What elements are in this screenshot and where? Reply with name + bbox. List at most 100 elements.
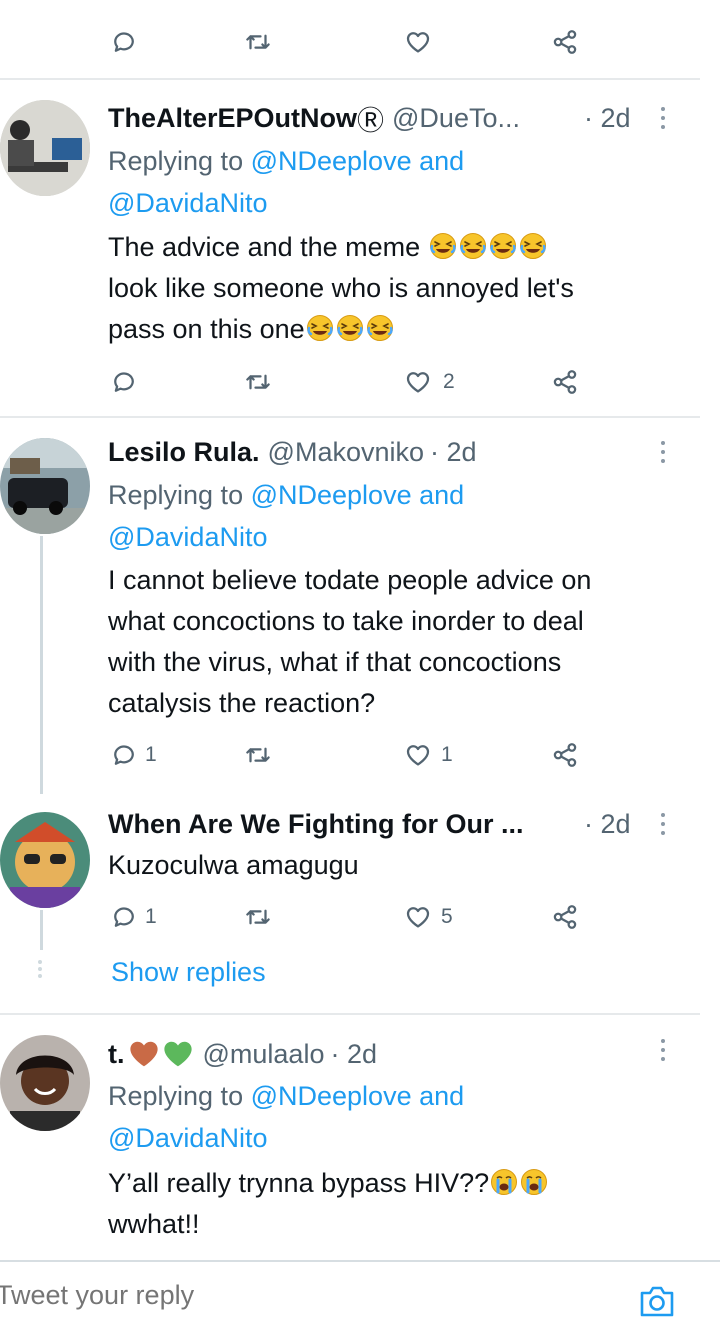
like-button[interactable]: 2 — [403, 362, 455, 402]
more-options-icon[interactable] — [655, 432, 671, 472]
camera-button[interactable] — [638, 1283, 676, 1319]
replying-users-link[interactable]: @NDeeplove and — [251, 480, 465, 510]
retweet-button[interactable] — [243, 362, 283, 402]
tweet-header: TheAlterEPOutNow Ⓡ @DueTo... — [108, 98, 520, 138]
reply-count: 1 — [145, 743, 157, 766]
avatar[interactable] — [0, 438, 90, 534]
laughing-emoji-icon — [459, 232, 487, 260]
registered-badge-icon: Ⓡ — [357, 105, 385, 136]
user-handle[interactable]: @DueTo... — [392, 103, 520, 134]
reply-button[interactable]: 1 — [109, 897, 157, 937]
avatar[interactable] — [0, 1035, 90, 1131]
share-button[interactable] — [550, 22, 580, 62]
replying-to: Replying to @NDeeplove and @DavidaNito — [108, 140, 668, 224]
reply-button[interactable] — [109, 22, 139, 62]
share-button[interactable] — [550, 735, 580, 775]
replying-user-link[interactable]: @DavidaNito — [108, 188, 267, 218]
retweet-button[interactable] — [243, 22, 273, 62]
tweet-time[interactable]: · 2d — [330, 1039, 377, 1070]
tweet-text: The advice and the meme look like someon… — [108, 227, 688, 350]
reply-button[interactable] — [109, 362, 149, 402]
tweet-reply-input[interactable] — [0, 1280, 556, 1311]
tweet-text-line: look like someone who is annoyed let's — [108, 273, 574, 303]
tweet-time[interactable]: · 2d — [584, 98, 631, 138]
tweet-text-line: wwhat!! — [108, 1209, 200, 1239]
tweet-text-line: pass on this one — [108, 314, 305, 344]
share-icon — [550, 740, 580, 770]
laughing-emoji-icon — [429, 232, 457, 260]
tweet-text-line: Kuzoculwa amagugu — [108, 850, 359, 880]
tweet-time[interactable]: · 2d — [584, 804, 631, 844]
more-options-icon[interactable] — [655, 1030, 671, 1070]
laughing-emoji-icon — [306, 314, 334, 342]
camera-icon — [640, 1286, 674, 1317]
like-count: 1 — [441, 743, 453, 766]
laughing-emoji-icon — [336, 314, 364, 342]
more-options-icon[interactable] — [655, 98, 671, 138]
laughing-emoji-icon — [489, 232, 517, 260]
retweet-button[interactable] — [243, 897, 283, 937]
tweet-text-line: The advice and the meme — [108, 232, 421, 262]
replying-user-link[interactable]: @DavidaNito — [108, 522, 267, 552]
replying-users-link[interactable]: @NDeeplove and — [251, 146, 465, 176]
share-button[interactable] — [550, 362, 580, 402]
display-name[interactable]: t. — [108, 1039, 125, 1070]
heart-icon — [403, 902, 433, 932]
tweet-header: t. @mulaalo · 2d — [108, 1034, 377, 1074]
like-count: 2 — [443, 370, 455, 393]
display-name[interactable]: When Are We Fighting for Our ... — [108, 809, 523, 840]
tweet-text-line: what concoctions to take inorder to deal — [108, 606, 584, 636]
tweet-text-line: with the virus, what if that concoctions — [108, 647, 562, 677]
user-handle[interactable]: @Makovniko — [268, 437, 424, 468]
tweet-text-line: I cannot believe todate people advice on — [108, 565, 592, 595]
tweet-text-line: Y’all really trynna bypass HIV?? — [108, 1168, 490, 1198]
share-icon — [550, 27, 580, 57]
top-action-row — [0, 22, 720, 62]
green-heart-emoji-icon — [163, 1041, 192, 1067]
user-handle[interactable]: @mulaalo — [203, 1039, 325, 1070]
replying-users-link[interactable]: @NDeeplove and — [251, 1081, 465, 1111]
tweet-actions: 2 — [0, 362, 720, 402]
laughing-emoji-icon — [519, 232, 547, 260]
like-button[interactable]: 1 — [403, 735, 453, 775]
replying-to: Replying to @NDeeplove and @DavidaNito — [108, 474, 668, 558]
avatar[interactable] — [0, 100, 90, 196]
retweet-icon — [243, 27, 273, 57]
tweet-text: Kuzoculwa amagugu — [108, 845, 688, 886]
tweet-time[interactable]: · 2d — [430, 437, 477, 468]
reply-button[interactable]: 1 — [109, 735, 157, 775]
reply-bubble-icon — [109, 902, 139, 932]
laughing-emoji-icon — [366, 314, 394, 342]
tweet-actions: 1 5 — [0, 897, 720, 937]
share-icon — [550, 367, 580, 397]
display-name[interactable]: TheAlterEPOutNow — [108, 103, 357, 134]
retweet-icon — [243, 740, 273, 770]
replying-label: Replying to — [108, 1081, 251, 1111]
avatar[interactable] — [0, 812, 90, 908]
crying-emoji-icon — [490, 1168, 518, 1196]
show-replies-link[interactable]: Show replies — [111, 952, 266, 992]
divider — [0, 1013, 700, 1015]
share-button[interactable] — [550, 897, 580, 937]
more-options-icon[interactable] — [655, 804, 671, 844]
replying-user-link[interactable]: @DavidaNito — [108, 1123, 267, 1153]
replying-label: Replying to — [108, 480, 251, 510]
retweet-button[interactable] — [243, 735, 283, 775]
like-count: 5 — [441, 905, 453, 928]
orange-heart-emoji-icon — [129, 1041, 158, 1067]
like-button[interactable]: 5 — [403, 897, 453, 937]
crying-emoji-icon — [520, 1168, 548, 1196]
reply-bubble-icon — [109, 27, 139, 57]
like-button[interactable] — [403, 22, 433, 62]
reply-count: 1 — [145, 905, 157, 928]
heart-icon — [403, 740, 433, 770]
heart-icon — [403, 367, 433, 397]
retweet-icon — [243, 367, 273, 397]
thread-continuation-dots — [38, 960, 44, 978]
reply-bubble-icon — [109, 740, 139, 770]
reply-bubble-icon — [109, 367, 139, 397]
retweet-icon — [243, 902, 273, 932]
replying-label: Replying to — [108, 146, 251, 176]
tweet-header: Lesilo Rula. @Makovniko · 2d — [108, 432, 477, 472]
display-name[interactable]: Lesilo Rula. — [108, 437, 260, 468]
